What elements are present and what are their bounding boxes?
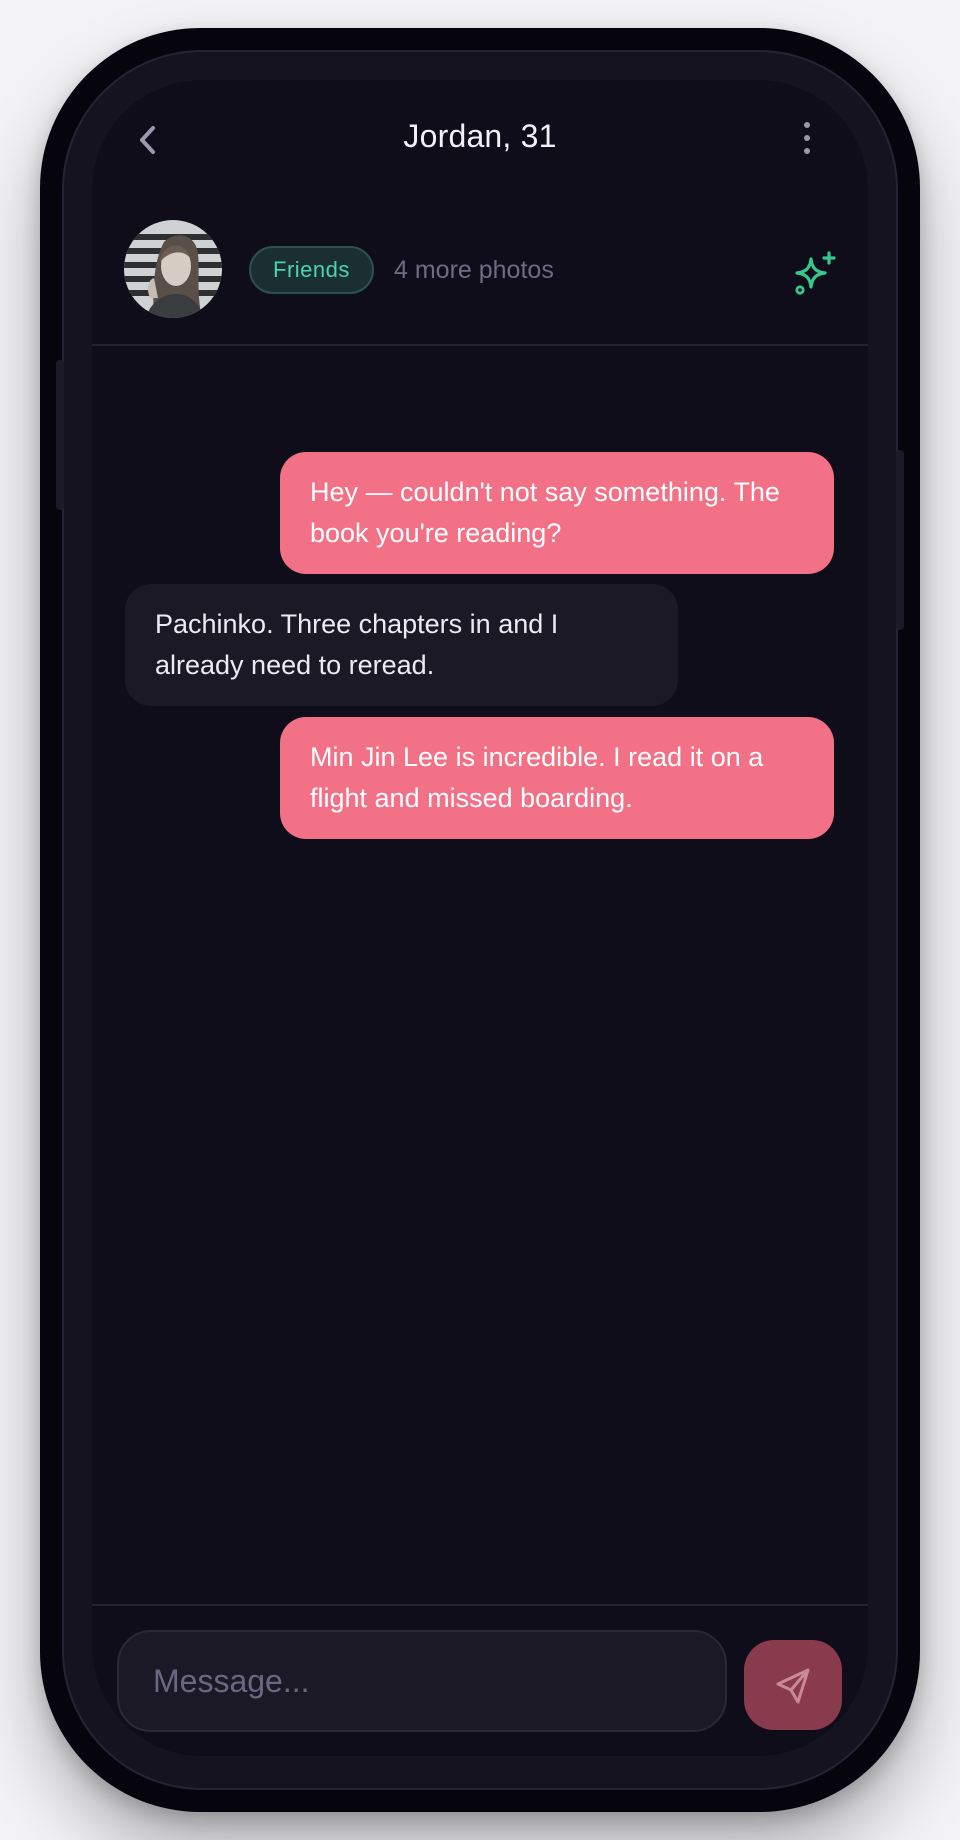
send-button[interactable] [744,1640,842,1730]
page-title: Jordan, 31 [403,118,557,154]
more-photos-link[interactable]: 4 more photos [394,256,554,285]
header-divider [92,344,868,346]
side-button-right [896,450,904,630]
message-bubble-sent: Min Jin Lee is incredible. I read it on … [280,717,834,839]
profile-strip: Friends 4 more photos [92,220,868,340]
relationship-badge[interactable]: Friends [249,246,374,294]
message-list: Hey — couldn't not say something. The bo… [92,374,868,1604]
more-options-button[interactable] [792,118,822,158]
message-bubble-sent: Hey — couldn't not say something. The bo… [280,452,834,574]
sparkle-icon [795,251,836,295]
chat-header: Jordan, 31 [92,80,868,200]
message-composer [92,1604,868,1756]
avatar[interactable] [124,220,222,318]
message-input[interactable] [117,1630,727,1732]
side-button-left [56,360,64,510]
profile-photo [124,220,222,318]
chat-screen: Jordan, 31 Friends 4 more photos Hey — c… [92,80,868,1756]
spark-button[interactable] [792,250,840,298]
message-bubble-received: Pachinko. Three chapters in and I alread… [125,584,678,706]
more-vertical-icon [792,118,822,154]
send-icon [776,1668,810,1704]
